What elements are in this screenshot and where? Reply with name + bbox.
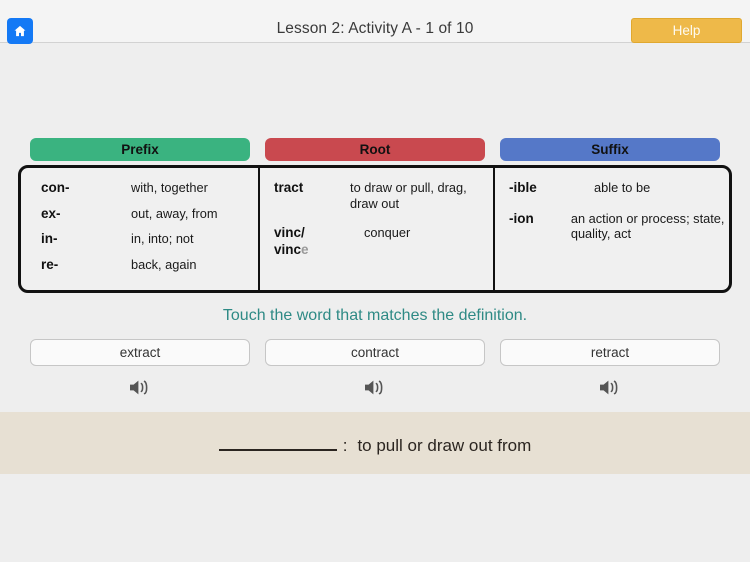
- word-choice-group-3: retract: [500, 339, 720, 402]
- word-choice-group-1: extract: [30, 339, 250, 402]
- help-button-label: Help: [672, 23, 701, 38]
- word-choice-button-1[interactable]: extract: [30, 339, 250, 366]
- category-pill-row: Prefix Root Suffix: [30, 138, 720, 161]
- morpheme-meaning: conquer: [364, 225, 411, 241]
- top-bar: Lesson 2: Activity A - 1 of 10 Help: [0, 0, 750, 44]
- word-choice-label-3: retract: [590, 345, 630, 360]
- category-pill-prefix: Prefix: [30, 138, 250, 161]
- word-choice-button-3[interactable]: retract: [500, 339, 720, 366]
- category-pill-prefix-label: Prefix: [121, 142, 159, 157]
- speaker-icon[interactable]: [363, 378, 387, 402]
- instruction-text: Touch the word that matches the definiti…: [222, 307, 528, 324]
- morpheme-key-line2-faded: e: [301, 241, 309, 257]
- word-choice-button-2[interactable]: contract: [265, 339, 485, 366]
- definition-row: : to pull or draw out from: [218, 431, 532, 456]
- morpheme-meaning: able to be: [594, 180, 651, 195]
- morpheme-key-line2: vinc: [274, 241, 302, 257]
- category-pill-root: Root: [265, 138, 485, 161]
- morpheme-meaning: in, into; not: [131, 231, 194, 247]
- definition-text: to pull or draw out from: [357, 435, 532, 455]
- morpheme-row: -ion an action or process; state, qualit…: [509, 211, 729, 242]
- answer-blank[interactable]: [218, 431, 337, 451]
- word-choice-group-2: contract: [265, 339, 485, 402]
- morpheme-row: con- with, together: [41, 180, 258, 197]
- word-choice-label-1: extract: [119, 345, 161, 360]
- definition-band: : to pull or draw out from: [0, 412, 750, 474]
- morpheme-key: -ible: [509, 180, 537, 195]
- morpheme-key: re-: [41, 257, 59, 273]
- morpheme-key: tract: [274, 180, 304, 195]
- morpheme-key: vinc/ vince: [274, 225, 364, 258]
- speaker-icon[interactable]: [598, 378, 622, 402]
- morpheme-meaning: out, away, from: [131, 205, 218, 221]
- word-choice-label-2: contract: [350, 345, 400, 360]
- category-pill-suffix-label: Suffix: [591, 142, 629, 157]
- morpheme-row: vinc/ vince conquer: [274, 225, 493, 258]
- morpheme-meaning: an action or process; state, quality, ac…: [570, 210, 725, 242]
- footer-area: [0, 474, 750, 562]
- morpheme-key: ex-: [41, 205, 61, 221]
- chart-column-prefix: con- with, together ex- out, away, from …: [21, 168, 260, 290]
- category-pill-suffix: Suffix: [500, 138, 720, 161]
- speaker-icon[interactable]: [128, 378, 152, 402]
- category-pill-root-label: Root: [359, 142, 391, 157]
- morpheme-chart: con- with, together ex- out, away, from …: [18, 165, 732, 293]
- definition-colon: :: [342, 435, 348, 455]
- chart-column-suffix: -ible able to be -ion an action or proce…: [495, 168, 729, 290]
- chart-column-root: tract to draw or pull, drag, draw out vi…: [260, 168, 495, 290]
- morpheme-meaning: back, again: [131, 257, 197, 273]
- morpheme-meaning: to draw or pull, drag, draw out: [350, 180, 467, 211]
- morpheme-key-line1: vinc/: [274, 225, 305, 241]
- morpheme-meaning: with, together: [131, 180, 208, 195]
- morpheme-row: -ible able to be: [509, 180, 729, 197]
- morpheme-key: -ion: [509, 210, 534, 226]
- morpheme-row: re- back, again: [41, 257, 258, 274]
- morpheme-row: tract to draw or pull, drag, draw out: [274, 180, 493, 211]
- word-choice-row: extract contract retract: [30, 339, 720, 402]
- morpheme-key: in-: [41, 231, 58, 247]
- morpheme-row: in- in, into; not: [41, 231, 258, 248]
- morpheme-key: con-: [41, 180, 70, 195]
- morpheme-row: ex- out, away, from: [41, 206, 258, 223]
- help-button[interactable]: Help: [631, 18, 742, 43]
